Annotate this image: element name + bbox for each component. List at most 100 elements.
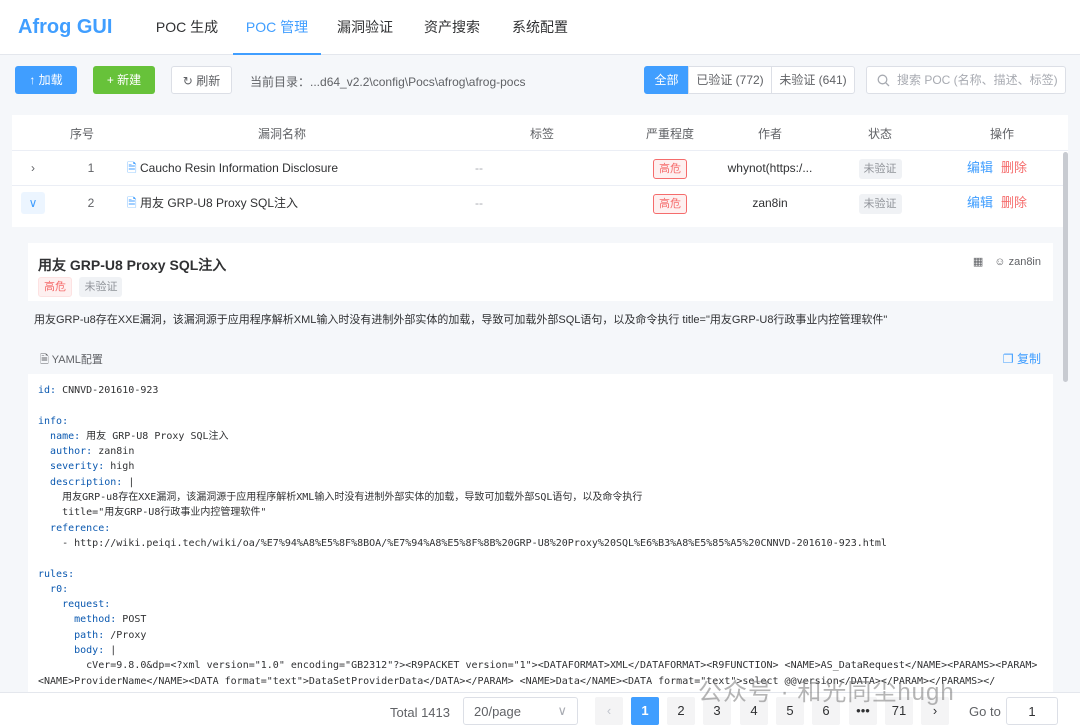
header-name: 漏洞名称	[257, 127, 306, 141]
row-actions: 编辑 删除	[957, 151, 1037, 185]
edit-link[interactable]: 编辑	[967, 195, 993, 210]
yaml-line: rules:	[38, 568, 75, 580]
new-button[interactable]: + 新建	[93, 66, 155, 94]
table-row[interactable]: › 1 🗎 Caucho Resin Information Disclosur…	[12, 150, 1068, 185]
edit-link[interactable]: 编辑	[967, 160, 993, 175]
tab-poc-generate[interactable]: POC 生成	[147, 0, 227, 55]
status-badge: 未验证	[858, 159, 902, 179]
refresh-button[interactable]: ↻ 刷新	[171, 66, 232, 94]
copy-icon: ❐	[1002, 352, 1014, 366]
header-author: 作者	[757, 127, 782, 141]
detail-meta: ▦ ☺ zan8in	[972, 256, 1041, 268]
current-directory: 当前目录：...d64_v2.2\config\Pocs\afrog\afrog…	[250, 75, 526, 89]
header-index: 序号	[69, 127, 94, 141]
detail-card: 用友 GRP-U8 Proxy SQL注入 ▦ ☺ zan8in 高危 未验证	[28, 243, 1053, 301]
yaml-line: 用友GRP-u8存在XXE漏洞，该漏洞源于应用程序解析XML输入时没有进制外部实…	[38, 492, 643, 504]
total-count: Total 1413	[390, 705, 450, 720]
chevron-down-icon: ∨	[557, 703, 567, 718]
row-status: 未验证	[850, 186, 910, 220]
yaml-line: path: /Proxy	[74, 629, 147, 641]
tab-asset-search[interactable]: 资产搜索	[414, 0, 490, 55]
yaml-card: 🗎 YAML配置 ❐ 复制 id: CNNVD-201610-923 info:…	[28, 340, 1053, 692]
file-icon: 🗎	[40, 354, 49, 366]
detail-tags: 高危 未验证	[38, 277, 123, 297]
yaml-line: r0:	[50, 583, 69, 595]
row-index: 2	[87, 196, 95, 210]
row-tags: --	[475, 196, 483, 210]
yaml-line: - http://wiki.peiqi.tech/wiki/oa/%E7%94%…	[38, 537, 887, 549]
row-tags: --	[475, 161, 483, 175]
yaml-line: request:	[62, 599, 111, 611]
chevron-down-icon[interactable]: ∨	[21, 192, 45, 214]
row-name[interactable]: 🗎 用友 GRP-U8 Proxy SQL注入	[127, 186, 447, 220]
chevron-right-icon[interactable]: ›	[24, 151, 42, 185]
search-box	[866, 66, 1066, 94]
goto-input[interactable]	[1006, 697, 1058, 725]
detail-description: 用友GRP-u8存在XXE漏洞，该漏洞源于应用程序解析XML输入时没有进制外部实…	[34, 314, 888, 326]
detail-title: 用友 GRP-U8 Proxy SQL注入	[38, 257, 227, 273]
app-brand: Afrog GUI	[18, 16, 113, 38]
severity-badge: 高危	[653, 159, 687, 179]
copy-button[interactable]: ❐ 复制	[1003, 350, 1041, 367]
yaml-line: severity: high	[50, 461, 135, 473]
yaml-content: id: CNNVD-201610-923 info: name: 用友 GRP-…	[38, 383, 1037, 689]
watermark: 公众号 · 和光同尘hugh	[698, 679, 955, 706]
severity-badge: 高危	[653, 194, 687, 214]
yaml-line: id: CNNVD-201610-923	[38, 385, 159, 396]
yaml-line: reference:	[50, 522, 111, 534]
table-row[interactable]: ∨ 2 🗎 用友 GRP-U8 Proxy SQL注入 -- 高危 zan8in…	[12, 185, 1068, 220]
yaml-line: cVer=9.8.0&dp=<?xml version="1.0" encodi…	[38, 660, 1038, 672]
row-severity: 高危	[642, 186, 698, 220]
header-actions: 操作	[989, 127, 1014, 141]
app-root: Afrog GUI POC 生成 POC 管理 漏洞验证 资产搜索 系统配置 ↑…	[0, 0, 1080, 728]
prev-page-button[interactable]: ‹	[595, 697, 623, 725]
load-button[interactable]: ↑ 加载	[15, 66, 77, 94]
yaml-header: 🗎 YAML配置 ❐ 复制	[28, 340, 1053, 374]
top-nav: Afrog GUI POC 生成 POC 管理 漏洞验证 资产搜索 系统配置	[0, 0, 1080, 55]
calendar-icon: ▦	[972, 256, 984, 268]
refresh-icon: ↻	[182, 74, 193, 88]
yaml-line: info:	[38, 415, 69, 427]
table-scrollbar[interactable]	[1063, 152, 1068, 382]
page-size-select[interactable]: 20/page ∨	[463, 697, 578, 725]
page-1[interactable]: 1	[631, 697, 659, 725]
row-status: 未验证	[850, 151, 910, 185]
severity-badge: 高危	[38, 277, 72, 297]
page-2[interactable]: 2	[667, 697, 695, 725]
user-icon: ☺	[994, 256, 1006, 268]
header-status: 状态	[867, 127, 892, 141]
delete-link[interactable]: 删除	[1001, 195, 1027, 210]
filter-all[interactable]: 全部	[644, 66, 689, 94]
row-author: zan8in	[752, 196, 788, 210]
tab-poc-manage[interactable]: POC 管理	[233, 0, 321, 55]
yaml-title: 🗎 YAML配置	[40, 354, 103, 366]
row-severity: 高危	[642, 151, 698, 185]
yaml-line: description: |	[50, 476, 135, 488]
tab-vuln-verify[interactable]: 漏洞验证	[328, 0, 402, 55]
goto-label: Go to	[969, 704, 1001, 719]
row-actions: 编辑 删除	[957, 186, 1037, 220]
filter-verified[interactable]: 已验证 (772)	[688, 66, 772, 94]
delete-link[interactable]: 删除	[1001, 160, 1027, 175]
document-icon: 🗎	[127, 161, 137, 175]
tab-system-config[interactable]: 系统配置	[502, 0, 578, 55]
search-input[interactable]	[897, 71, 1062, 89]
yaml-line: body: |	[74, 645, 117, 657]
header-severity: 严重程度	[645, 127, 694, 141]
plus-icon: +	[106, 73, 114, 87]
upload-icon: ↑	[29, 73, 36, 87]
poc-table: 序号 漏洞名称 标签 严重程度 作者 状态 操作 › 1 🗎 Caucho Re…	[12, 115, 1068, 227]
header-tags: 标签	[529, 127, 554, 141]
filter-unverified[interactable]: 未验证 (641)	[771, 66, 855, 94]
document-icon: 🗎	[127, 196, 137, 210]
row-name[interactable]: 🗎 Caucho Resin Information Disclosure	[127, 151, 447, 185]
status-badge: 未验证	[858, 194, 902, 214]
status-badge: 未验证	[79, 277, 123, 297]
yaml-line: title="用友GRP-U8行政事业内控管理软件"	[38, 507, 267, 519]
row-index: 1	[87, 161, 95, 175]
search-icon	[877, 74, 890, 87]
row-author: whynot(https:/...	[727, 161, 813, 175]
yaml-line: author: zan8in	[50, 446, 135, 458]
yaml-line: method: POST	[74, 614, 147, 626]
yaml-line: name: 用友 GRP-U8 Proxy SQL注入	[50, 430, 229, 442]
